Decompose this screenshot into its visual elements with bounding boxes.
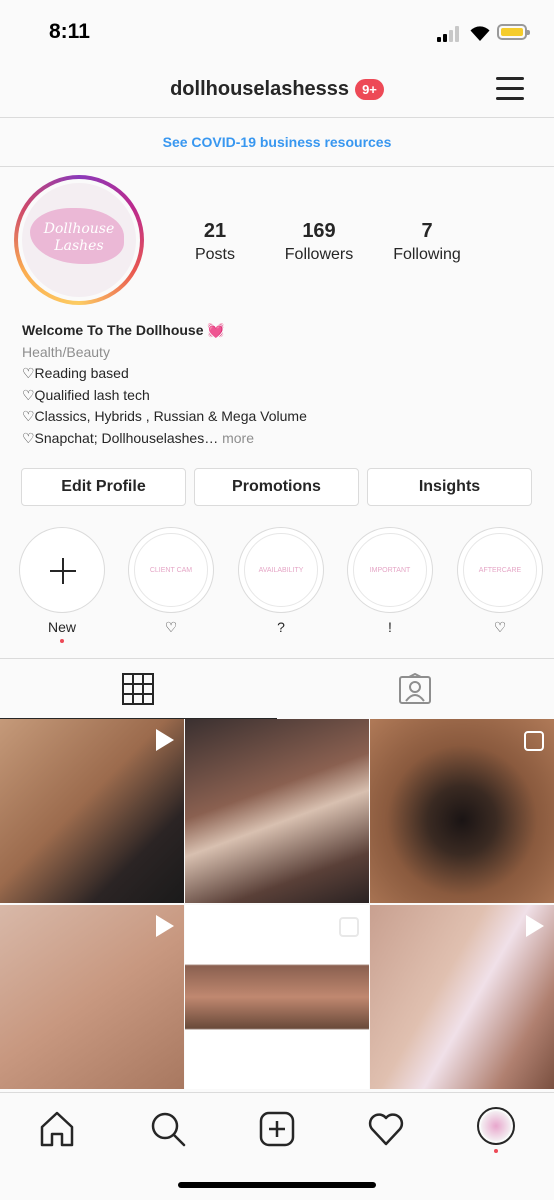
highlight-client-cam[interactable]: CLIENT CAM ♡ — [128, 527, 214, 637]
bio-more-link[interactable]: more — [222, 430, 254, 446]
carousel-icon — [524, 731, 544, 751]
post-thumbnail[interactable] — [0, 905, 184, 1089]
stat-posts[interactable]: 21 Posts — [160, 220, 270, 264]
followers-count: 169 — [302, 220, 336, 242]
highlight-label: ? — [277, 619, 285, 635]
new-highlight-circle[interactable] — [19, 527, 105, 613]
posts-count: 21 — [203, 220, 227, 242]
hamburger-menu-icon[interactable] — [496, 75, 524, 101]
battery-icon — [497, 24, 530, 40]
stat-followers[interactable]: 169 Followers — [264, 220, 374, 264]
notification-badge[interactable]: 9+ — [355, 79, 384, 101]
video-icon — [526, 915, 544, 937]
highlight-aftercare[interactable]: AFTERCARE ♡ — [457, 527, 543, 637]
story-highlights: New CLIENT CAM ♡ AVAILABILITY ? IMPORTAN… — [0, 527, 554, 647]
highlight-cover: AFTERCARE — [463, 533, 537, 607]
post-thumbnail[interactable] — [370, 905, 554, 1089]
profile-summary: Dollhouse Lashes 21 Posts 169 Followers … — [0, 168, 554, 308]
heart-icon[interactable] — [366, 1109, 406, 1149]
profile-stats: 21 Posts 169 Followers 7 Following — [160, 220, 540, 270]
bio-line: ♡Classics, Hybrids , Russian & Mega Volu… — [22, 408, 307, 424]
username-title: dollhouselashesss — [170, 78, 350, 101]
tab-tagged[interactable] — [277, 659, 554, 719]
highlight-label: ♡ — [164, 619, 178, 635]
bottom-tab-bar — [0, 1092, 554, 1200]
bio-line: ♡Qualified lash tech — [22, 386, 150, 403]
edit-profile-button[interactable]: Edit Profile — [21, 468, 186, 506]
promotions-button[interactable]: Promotions — [194, 468, 359, 506]
profile-avatar-icon[interactable] — [477, 1107, 515, 1145]
highlight-availability[interactable]: AVAILABILITY ? — [238, 527, 324, 637]
profile-header: dollhouselashesss 9+ — [0, 62, 554, 118]
post-thumbnail[interactable] — [185, 905, 369, 1089]
highlight-cover: AVAILABILITY — [244, 533, 318, 607]
following-count: 7 — [421, 220, 433, 242]
home-indicator — [178, 1182, 376, 1188]
status-bar: 8:11 — [0, 0, 554, 62]
bio-category: Health/Beauty — [22, 343, 110, 360]
tab-grid[interactable] — [0, 659, 277, 719]
covid-resources-link[interactable]: See COVID-19 business resources — [0, 119, 554, 167]
search-icon[interactable] — [148, 1109, 188, 1149]
highlight-cover: IMPORTANT — [353, 533, 427, 607]
video-icon — [156, 729, 174, 751]
post-thumbnail[interactable] — [0, 719, 184, 903]
bio-name: Welcome To The Dollhouse 💓 — [22, 322, 225, 338]
profile-bio: Welcome To The Dollhouse 💓 Health/Beauty… — [22, 320, 532, 449]
video-icon — [156, 915, 174, 937]
profile-action-buttons: Edit Profile Promotions Insights — [21, 468, 533, 506]
post-thumbnail[interactable] — [185, 719, 369, 903]
highlight-label: New — [47, 619, 76, 635]
highlight-new[interactable]: New — [19, 527, 105, 643]
profile-tabs — [0, 658, 554, 719]
following-label: Following — [393, 246, 461, 263]
new-indicator-dot — [60, 639, 64, 643]
wifi-icon — [470, 26, 490, 41]
bio-line-last: ♡Snapchat; Dollhouselashes… more — [22, 428, 532, 450]
home-icon[interactable] — [37, 1109, 77, 1149]
avatar-logo-text: Dollhouse Lashes — [43, 221, 115, 254]
bio-line: ♡Reading based — [22, 365, 129, 381]
add-post-icon[interactable] — [257, 1109, 297, 1149]
account-switcher[interactable]: dollhouselashesss 9+ — [0, 78, 554, 101]
bio-line: ♡Snapchat; Dollhouselashes… — [22, 429, 219, 446]
tagged-person-icon — [399, 673, 431, 704]
profile-avatar[interactable]: Dollhouse Lashes — [14, 175, 144, 305]
insights-button[interactable]: Insights — [367, 468, 532, 506]
grid-icon — [122, 673, 154, 705]
profile-notification-dot — [494, 1149, 498, 1153]
highlight-label: ! — [388, 619, 392, 635]
stat-following[interactable]: 7 Following — [372, 220, 482, 264]
highlight-cover: CLIENT CAM — [134, 533, 208, 607]
cellular-signal-icon — [437, 26, 463, 42]
dollhouse-lashes-logo: Dollhouse Lashes — [22, 183, 136, 297]
posts-label: Posts — [194, 246, 235, 263]
highlight-label: ♡ — [493, 619, 507, 635]
followers-label: Followers — [284, 246, 354, 263]
status-time: 8:11 — [49, 20, 90, 43]
post-thumbnail[interactable] — [370, 719, 554, 903]
carousel-icon — [339, 917, 359, 937]
posts-grid — [0, 719, 554, 1091]
highlight-important[interactable]: IMPORTANT ! — [347, 527, 433, 637]
